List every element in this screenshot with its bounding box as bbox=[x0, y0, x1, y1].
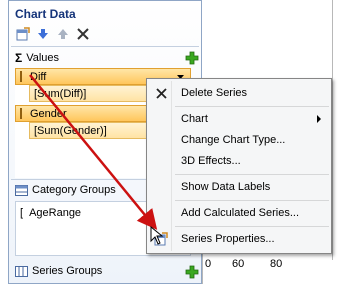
drag-handle-icon[interactable] bbox=[20, 71, 24, 82]
menu-item-delete-series[interactable]: Delete Series bbox=[149, 82, 329, 103]
axis-tick-label-80: 80 bbox=[270, 258, 283, 270]
menu-item-chart[interactable]: Chart bbox=[149, 108, 329, 129]
toolbar-divider bbox=[11, 46, 199, 47]
menu-item-3d-effects[interactable]: 3D Effects... bbox=[149, 150, 329, 171]
series-name: Diff bbox=[30, 70, 47, 83]
values-label: Values bbox=[26, 52, 60, 64]
add-series-group-plus-icon[interactable] bbox=[185, 265, 199, 279]
menu-item-series-properties[interactable]: Series Properties... bbox=[149, 228, 329, 249]
pane-toolbar bbox=[15, 26, 91, 42]
menu-separator bbox=[175, 200, 329, 201]
category-group-label: AgeRange bbox=[29, 206, 82, 219]
chart-axis-line bbox=[202, 254, 203, 284]
axis-tick-label-0: 0 bbox=[205, 258, 212, 270]
menu-separator bbox=[175, 226, 329, 227]
delete-toolbar-button[interactable] bbox=[75, 26, 91, 42]
sigma-icon: Σ bbox=[15, 51, 23, 65]
menu-item-label: Series Properties... bbox=[181, 232, 275, 245]
axis-tick-label-60: 60 bbox=[232, 258, 245, 270]
close-icon bbox=[77, 28, 89, 40]
mouse-cursor-icon bbox=[150, 226, 164, 245]
bracket-icon: [ bbox=[20, 206, 24, 219]
chart-area-border bbox=[332, 0, 333, 260]
menu-item-label: Delete Series bbox=[181, 86, 248, 99]
add-value-plus-icon[interactable] bbox=[185, 51, 199, 65]
series-groups-label: Series Groups bbox=[32, 265, 103, 277]
category-group-item[interactable]: [ AgeRange bbox=[16, 204, 81, 221]
properties-toolbar-button[interactable] bbox=[15, 26, 31, 42]
category-groups-header: Category Groups bbox=[15, 184, 116, 196]
drag-handle-icon[interactable] bbox=[20, 108, 24, 119]
series-groups-header: Series Groups bbox=[15, 265, 102, 277]
pane-title: Chart Data bbox=[15, 7, 76, 21]
menu-separator bbox=[175, 106, 329, 107]
properties-icon bbox=[16, 27, 30, 41]
series-context-menu: Delete Series Chart Change Chart Type...… bbox=[146, 78, 332, 254]
menu-item-label: Chart bbox=[181, 112, 208, 125]
series-name: Gender bbox=[30, 107, 67, 120]
menu-item-label: 3D Effects... bbox=[181, 154, 241, 167]
values-section-header: Σ Values bbox=[15, 51, 59, 65]
category-groups-icon bbox=[15, 184, 28, 196]
arrow-down-icon bbox=[38, 29, 48, 39]
menu-item-add-calculated-series[interactable]: Add Calculated Series... bbox=[149, 202, 329, 223]
move-down-button[interactable] bbox=[35, 26, 51, 42]
arrow-up-icon bbox=[58, 29, 68, 39]
menu-item-show-data-labels[interactable]: Show Data Labels bbox=[149, 176, 329, 197]
category-groups-label: Category Groups bbox=[32, 184, 116, 196]
close-icon bbox=[153, 85, 169, 101]
series-groups-icon bbox=[15, 265, 28, 277]
menu-item-label: Change Chart Type... bbox=[181, 133, 286, 146]
menu-item-label: Add Calculated Series... bbox=[181, 206, 300, 219]
menu-item-change-chart-type[interactable]: Change Chart Type... bbox=[149, 129, 329, 150]
series-field-label: [Sum(Gender)] bbox=[34, 124, 107, 137]
move-up-button[interactable] bbox=[55, 26, 71, 42]
series-field-label: [Sum(Diff)] bbox=[34, 87, 87, 100]
menu-item-label: Show Data Labels bbox=[181, 180, 271, 193]
submenu-arrow-icon bbox=[317, 115, 321, 123]
menu-separator bbox=[175, 174, 329, 175]
